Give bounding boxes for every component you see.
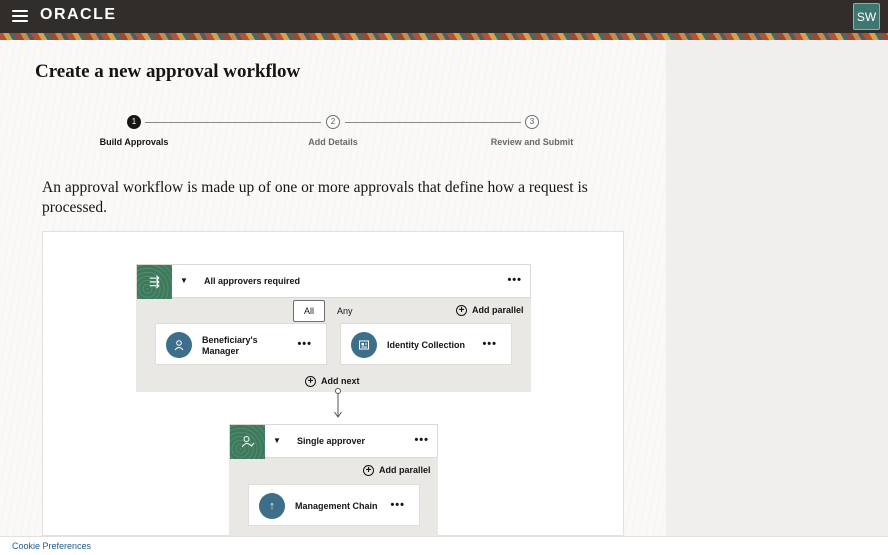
more-actions-icon[interactable]: •••	[482, 338, 497, 350]
approver-card-beneficiary-manager[interactable]: Beneficiary's Manager •••	[155, 323, 327, 365]
arrow-up-icon: ↑	[259, 493, 285, 519]
group-header: ⇶ ▼ All approvers required •••	[136, 264, 531, 299]
add-parallel-button[interactable]: + Add parallel	[363, 465, 431, 477]
card-label-line2: Manager	[202, 346, 240, 356]
add-parallel-button[interactable]: + Add parallel	[456, 305, 524, 317]
add-next-label: Add next	[321, 376, 360, 386]
toggle-any-button[interactable]: Any	[337, 306, 353, 316]
group-title: Single approver	[297, 436, 366, 446]
connector-arrow	[334, 388, 342, 418]
approver-card-identity-collection[interactable]: Identity Collection •••	[340, 323, 512, 365]
add-parallel-label: Add parallel	[472, 305, 524, 315]
add-parallel-label: Add parallel	[379, 465, 431, 475]
more-actions-icon[interactable]: •••	[507, 274, 522, 286]
plus-circle-icon: +	[456, 305, 467, 317]
step-label: Add Details	[308, 137, 358, 147]
cookie-preferences-link[interactable]: Cookie Preferences	[12, 541, 91, 551]
person-icon	[166, 332, 192, 358]
intro-text: An approval workflow is made up of one o…	[42, 179, 588, 216]
approver-card-management-chain[interactable]: ↑ Management Chain •••	[248, 484, 420, 526]
user-avatar[interactable]: SW	[853, 3, 880, 30]
toggle-all-button[interactable]: All	[293, 300, 325, 322]
card-label-line1: Beneficiary's	[202, 335, 258, 345]
step-number: 3	[525, 115, 539, 129]
single-approver-icon	[230, 425, 265, 459]
hamburger-menu-icon[interactable]	[12, 10, 28, 22]
right-pane	[666, 40, 888, 536]
step-label: Review and Submit	[490, 137, 574, 147]
approval-group-all-required: ⇶ ▼ All approvers required ••• All Any +…	[136, 264, 531, 392]
step-build-approvals[interactable]: 1 Build Approvals	[59, 115, 209, 147]
more-actions-icon[interactable]: •••	[414, 434, 429, 446]
approval-group-icon: ⇶	[137, 265, 172, 299]
card-label: Identity Collection	[387, 340, 466, 350]
group-title: All approvers required	[204, 276, 301, 286]
main-content: Create a new approval workflow 1 Build A…	[0, 40, 666, 537]
card-label: Management Chain	[295, 501, 378, 511]
step-label: Build Approvals	[99, 137, 169, 147]
more-actions-icon[interactable]: •••	[390, 499, 405, 511]
oracle-logo: ORACLE	[40, 6, 117, 23]
card-label: Beneficiary's Manager	[202, 335, 258, 357]
approval-group-single: ▼ Single approver ••• + Add parallel ↑ Ma…	[229, 424, 438, 537]
chevron-down-icon[interactable]: ▼	[180, 276, 188, 285]
plus-circle-icon: +	[305, 376, 316, 388]
add-next-button[interactable]: + Add next	[305, 376, 360, 388]
step-add-details[interactable]: 2 Add Details	[258, 115, 408, 147]
chevron-down-icon[interactable]: ▼	[273, 436, 281, 445]
step-number: 1	[127, 115, 141, 129]
plus-circle-icon: +	[363, 465, 374, 477]
workflow-canvas: ⇶ ▼ All approvers required ••• All Any +…	[42, 231, 624, 537]
step-number: 2	[326, 115, 340, 129]
more-actions-icon[interactable]: •••	[297, 338, 312, 350]
group-header: ▼ Single approver •••	[229, 424, 438, 459]
page-title: Create a new approval workflow	[35, 61, 301, 82]
footer: Cookie Preferences	[0, 536, 888, 555]
top-bar: ORACLE SW	[0, 0, 888, 33]
decorative-banner	[0, 33, 888, 40]
step-review-submit[interactable]: 3 Review and Submit	[457, 115, 607, 147]
identity-collection-icon	[351, 332, 377, 358]
